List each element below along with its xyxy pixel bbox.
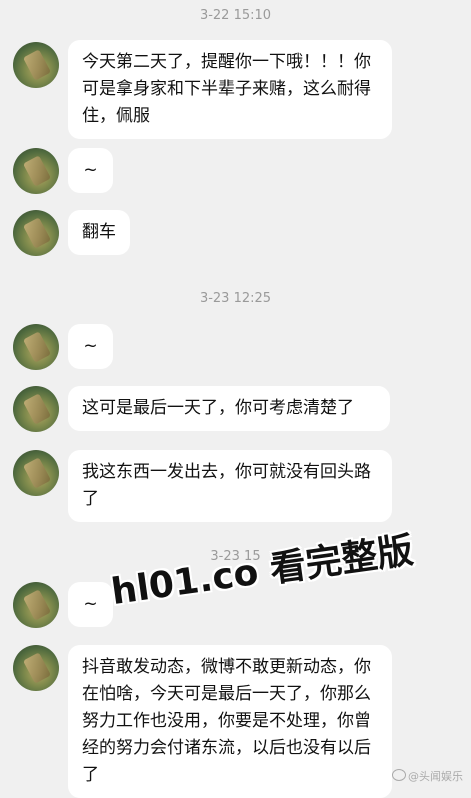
credit-text: @头闻娱乐 <box>408 770 463 783</box>
avatar[interactable] <box>13 645 59 691</box>
avatar[interactable] <box>13 450 59 496</box>
avatar[interactable] <box>13 386 59 432</box>
timestamp: 3-22 15:10 <box>199 8 272 23</box>
timestamp: 3-23 15 <box>210 549 261 564</box>
avatar[interactable] <box>13 42 59 88</box>
source-credit: @头闻娱乐 <box>392 768 463 784</box>
avatar[interactable] <box>13 324 59 370</box>
avatar[interactable] <box>13 582 59 628</box>
timestamp: 3-23 12:25 <box>199 291 272 306</box>
message-bubble: 我这东西一发出去，你可就没有回头路了 <box>68 450 392 522</box>
message-bubble: 翻车 <box>68 210 130 255</box>
watermark-overlay: hl01.co 看完整版 <box>108 530 416 614</box>
message-bubble: 今天第二天了，提醒你一下哦！！！你可是拿身家和下半辈子来赌，这么耐得住，佩服 <box>68 40 392 139</box>
avatar[interactable] <box>13 210 59 256</box>
message-bubble: ~ <box>68 324 113 369</box>
message-bubble: 抖音敢发动态，微博不敢更新动态，你在怕啥，今天可是最后一天了，你那么努力工作也没… <box>68 645 392 798</box>
message-bubble: ~ <box>68 148 113 193</box>
message-bubble: ~ <box>68 582 113 627</box>
weibo-icon <box>392 769 406 781</box>
message-bubble: 这可是最后一天了，你可考虑清楚了 <box>68 386 390 431</box>
avatar[interactable] <box>13 148 59 194</box>
